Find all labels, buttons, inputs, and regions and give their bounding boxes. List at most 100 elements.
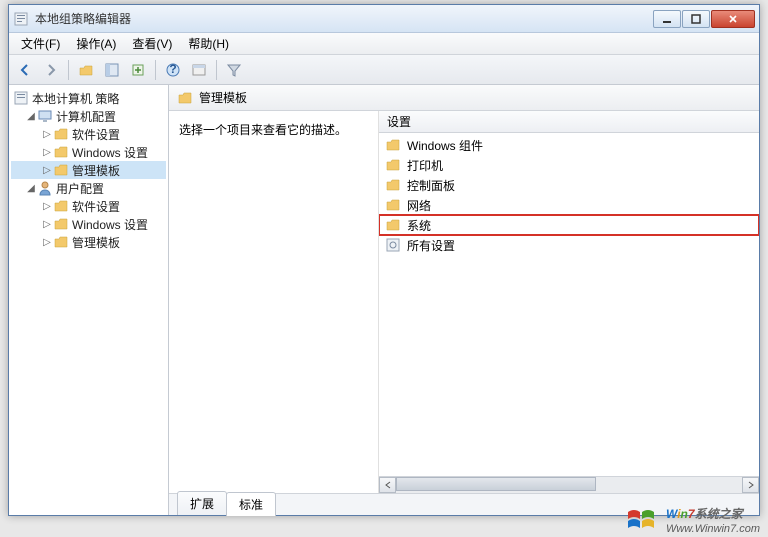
list-item-label: 打印机 (407, 157, 443, 174)
export-button[interactable] (126, 58, 150, 82)
expand-icon[interactable]: ▷ (41, 237, 53, 248)
list-item[interactable]: 系统 (379, 215, 759, 235)
tab-extended[interactable]: 扩展 (177, 491, 227, 515)
scroll-left-button[interactable] (379, 477, 396, 493)
maximize-button[interactable] (682, 10, 710, 28)
list-column: 设置 Windows 组件打印机控制面板网络系统所有设置 (379, 111, 759, 493)
toolbar-sep (155, 60, 156, 80)
toolbar-sep (68, 60, 69, 80)
tab-standard[interactable]: 标准 (226, 492, 276, 516)
content-title: 管理模板 (199, 89, 247, 106)
tree-label: 本地计算机 策略 (32, 90, 119, 107)
list-item[interactable]: 控制面板 (379, 175, 759, 195)
view-tabs: 扩展 标准 (169, 493, 759, 515)
scroll-thumb[interactable] (396, 477, 596, 491)
scroll-track[interactable] (396, 477, 742, 493)
tree-label: 用户配置 (56, 180, 104, 197)
menubar: 文件(F) 操作(A) 查看(V) 帮助(H) (9, 33, 759, 55)
app-icon (13, 11, 29, 27)
tree-item[interactable]: ▷ Windows 设置 (11, 215, 166, 233)
user-icon (37, 180, 53, 196)
properties-button[interactable] (187, 58, 211, 82)
folder-icon (53, 234, 69, 250)
tree-item-admin-templates[interactable]: ▷ 管理模板 (11, 161, 166, 179)
menu-action[interactable]: 操作(A) (68, 33, 124, 54)
tree-label: 管理模板 (72, 162, 120, 179)
list-item[interactable]: Windows 组件 (379, 135, 759, 155)
folder-icon (385, 177, 401, 193)
tree-item[interactable]: ▷ 软件设置 (11, 125, 166, 143)
list-body[interactable]: Windows 组件打印机控制面板网络系统所有设置 (379, 133, 759, 476)
list-item[interactable]: 所有设置 (379, 235, 759, 255)
content-header: 管理模板 (169, 85, 759, 111)
computer-icon (37, 108, 53, 124)
collapse-icon[interactable]: ◢ (25, 183, 37, 194)
app-window: 本地组策略编辑器 文件(F) 操作(A) 查看(V) 帮助(H) ? 本地计算机… (8, 4, 760, 516)
folder-icon (53, 162, 69, 178)
svg-text:?: ? (169, 62, 176, 76)
detail-area: 选择一个项目来查看它的描述。 设置 Windows 组件打印机控制面板网络系统所… (169, 111, 759, 493)
list-header-label: 设置 (387, 113, 411, 130)
folder-icon (385, 157, 401, 173)
folder-icon (385, 137, 401, 153)
expand-icon[interactable]: ▷ (41, 201, 53, 212)
right-pane: 管理模板 选择一个项目来查看它的描述。 设置 Windows 组件打印机控制面板… (169, 85, 759, 515)
folder-icon (53, 144, 69, 160)
folder-icon (53, 126, 69, 142)
minimize-button[interactable] (653, 10, 681, 28)
list-item-label: 网络 (407, 197, 431, 214)
watermark-url: Www.Winwin7.com (666, 523, 760, 535)
content-area: 本地计算机 策略 ◢ 计算机配置 ▷ 软件设置 ▷ Windows 设置 ▷ 管… (9, 85, 759, 515)
folder-icon (177, 90, 193, 106)
list-header-setting[interactable]: 设置 (379, 111, 759, 133)
menu-view[interactable]: 查看(V) (124, 33, 180, 54)
toolbar-sep (216, 60, 217, 80)
tree-item[interactable]: ▷ Windows 设置 (11, 143, 166, 161)
up-level-button[interactable] (74, 58, 98, 82)
show-hide-tree-button[interactable] (100, 58, 124, 82)
collapse-icon[interactable]: ◢ (25, 111, 37, 122)
tree-label: 软件设置 (72, 126, 120, 143)
forward-button[interactable] (39, 58, 63, 82)
list-item-label: Windows 组件 (407, 137, 483, 154)
close-button[interactable] (711, 10, 755, 28)
help-button[interactable]: ? (161, 58, 185, 82)
scroll-right-button[interactable] (742, 477, 759, 493)
tree-user-config[interactable]: ◢ 用户配置 (11, 179, 166, 197)
folder-icon (385, 217, 401, 233)
menu-help[interactable]: 帮助(H) (180, 33, 237, 54)
window-buttons (653, 10, 755, 28)
list-item[interactable]: 网络 (379, 195, 759, 215)
tree-item[interactable]: ▷ 管理模板 (11, 233, 166, 251)
list-item-label: 所有设置 (407, 237, 455, 254)
tree-item[interactable]: ▷ 软件设置 (11, 197, 166, 215)
tree-label: 管理模板 (72, 234, 120, 251)
policy-icon (13, 90, 29, 106)
list-item-label: 系统 (407, 217, 431, 234)
list-item-label: 控制面板 (407, 177, 455, 194)
folder-icon (53, 198, 69, 214)
settings-icon (385, 237, 401, 253)
description-prompt: 选择一个项目来查看它的描述。 (179, 121, 368, 138)
expand-icon[interactable]: ▷ (41, 147, 53, 158)
expand-icon[interactable]: ▷ (41, 219, 53, 230)
tree-label: 计算机配置 (56, 108, 116, 125)
toolbar: ? (9, 55, 759, 85)
folder-icon (53, 216, 69, 232)
tree-label: 软件设置 (72, 198, 120, 215)
expand-icon[interactable]: ▷ (41, 129, 53, 140)
filter-button[interactable] (222, 58, 246, 82)
list-item[interactable]: 打印机 (379, 155, 759, 175)
back-button[interactable] (13, 58, 37, 82)
horizontal-scrollbar[interactable] (379, 476, 759, 493)
expand-icon[interactable]: ▷ (41, 165, 53, 176)
window-title: 本地组策略编辑器 (35, 10, 653, 27)
menu-file[interactable]: 文件(F) (13, 33, 68, 54)
titlebar: 本地组策略编辑器 (9, 5, 759, 33)
tree-computer-config[interactable]: ◢ 计算机配置 (11, 107, 166, 125)
folder-icon (385, 197, 401, 213)
tree-label: Windows 设置 (72, 144, 148, 161)
tree-label: Windows 设置 (72, 216, 148, 233)
tree-pane[interactable]: 本地计算机 策略 ◢ 计算机配置 ▷ 软件设置 ▷ Windows 设置 ▷ 管… (9, 85, 169, 515)
tree-root[interactable]: 本地计算机 策略 (11, 89, 166, 107)
